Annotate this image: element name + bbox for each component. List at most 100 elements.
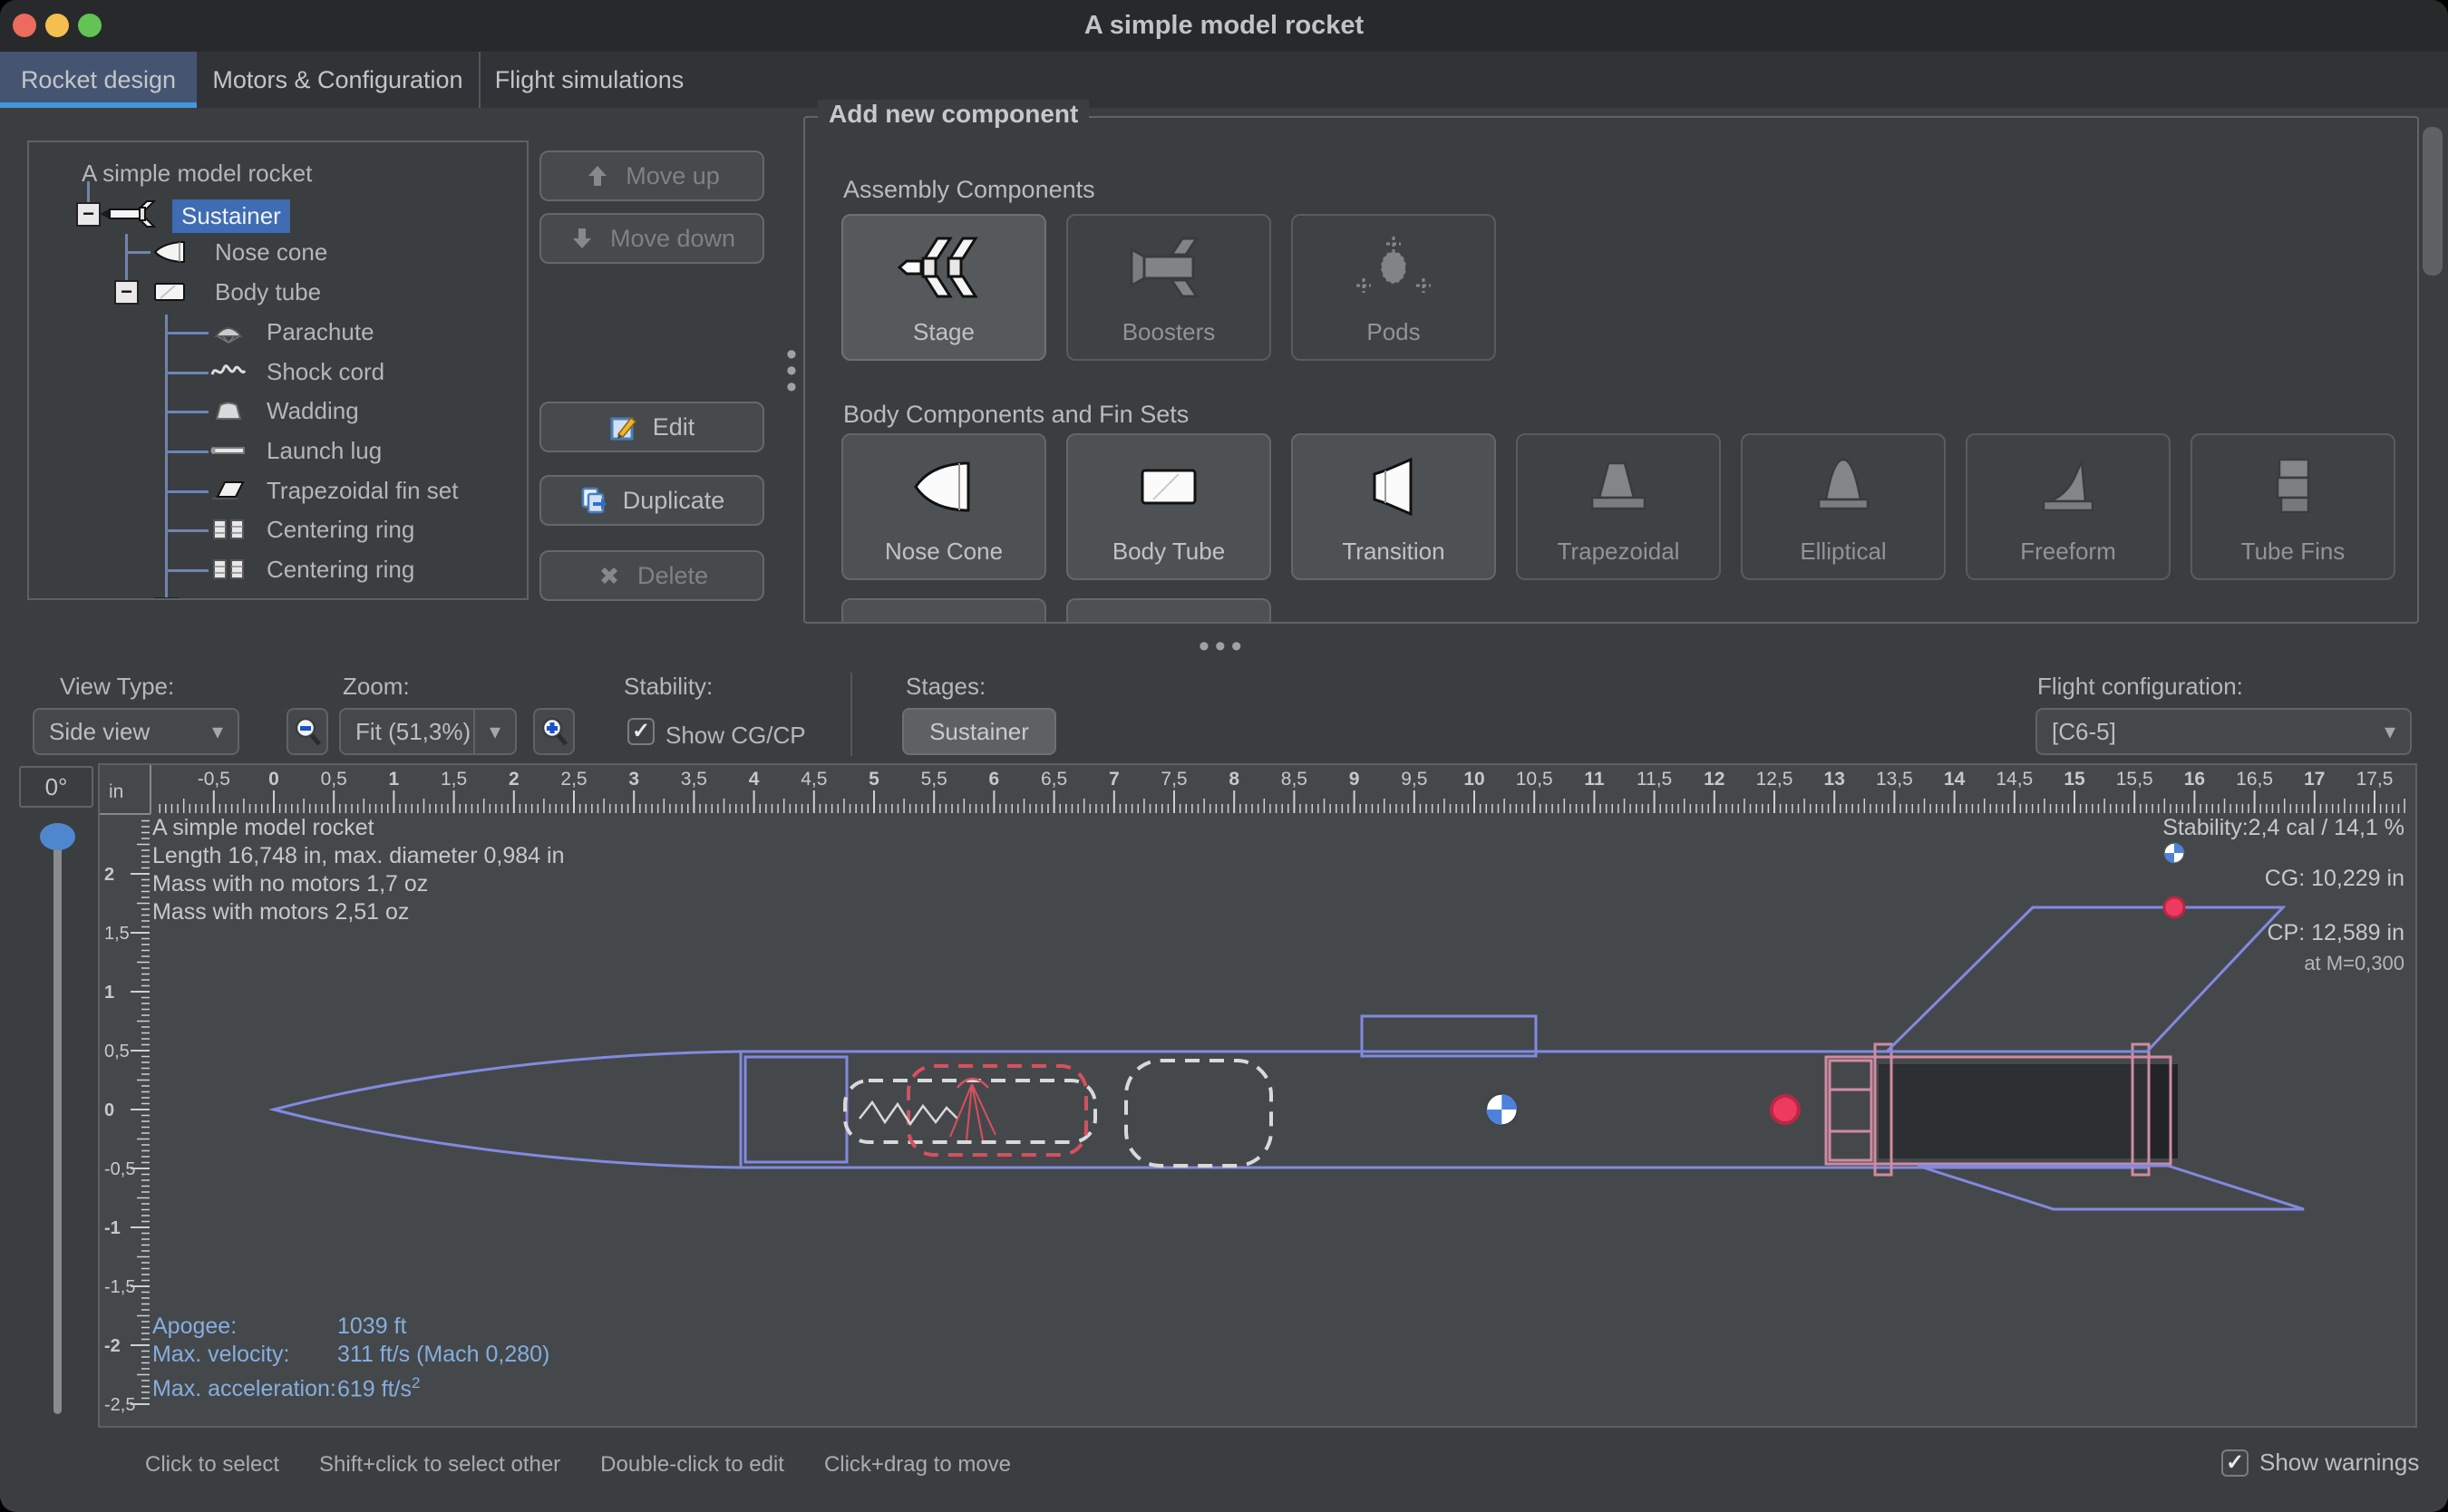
zoom-out-button[interactable] [287, 708, 328, 755]
svg-text:-2: -2 [104, 1336, 121, 1356]
stability-label: Stability: [624, 673, 713, 701]
stability-line-label: Stability: [2162, 815, 2248, 840]
status-hint: Shift+click to select other [319, 1452, 560, 1478]
stage-toggle-button[interactable]: Sustainer [902, 708, 1056, 755]
section-label: Assembly Components [843, 176, 1095, 204]
component-button-trapezoidal[interactable]: Trapezoidal [1516, 433, 1721, 580]
zoom-select[interactable]: Fit (51,3%) ▾ [339, 708, 517, 755]
window-title: A simple model rocket [0, 0, 2448, 52]
move-up-label: Move up [626, 162, 720, 190]
component-tree[interactable]: −−−A simple model rocketSustainerNose co… [27, 141, 529, 600]
panel-scrollbar[interactable] [2423, 127, 2443, 276]
centering-ring-icon [209, 556, 248, 583]
boosters-icon [1119, 216, 1219, 318]
component-button-partial[interactable] [1066, 598, 1271, 624]
component-button-transition[interactable]: Transition [1291, 433, 1496, 580]
nose-cone-big-icon [894, 435, 994, 538]
tree-row-launch-lug[interactable]: Launch lug [29, 432, 527, 470]
component-button-label: Pods [1366, 318, 1420, 346]
component-button-boosters[interactable]: Boosters [1066, 214, 1271, 361]
horizontal-splitter-handle[interactable]: ••• [1199, 629, 1248, 664]
flight-config-value: [C6-5] [2037, 718, 2370, 746]
flight-data-label: Max. acceleration: [152, 1375, 337, 1403]
rocket-view-canvas[interactable]: -0,500,511,522,533,544,555,566,577,588,5… [98, 763, 2417, 1428]
component-button-body-tube[interactable]: Body Tube [1066, 433, 1271, 580]
svg-text:7: 7 [1109, 769, 1120, 790]
svg-text:10,5: 10,5 [1516, 769, 1553, 790]
ruler-unit-label: in [109, 781, 123, 802]
cg-cp-markers [1486, 1094, 1798, 1125]
tree-row-parachute[interactable]: Parachute [29, 314, 527, 352]
component-button-tube-fins[interactable]: Tube Fins [2191, 433, 2395, 580]
tree-row-centering-ring[interactable]: Centering ring [29, 551, 527, 589]
move-down-button[interactable]: Move down [539, 213, 764, 264]
tree-row-sustainer[interactable]: Sustainer [29, 195, 527, 233]
tab-flight-simulations[interactable]: Flight simulations [479, 52, 698, 108]
tree-item-label: Body tube [215, 278, 321, 306]
inner-tube-icon [209, 596, 248, 600]
nose-shoulder-outline [745, 1057, 847, 1162]
component-button-label: Elliptical [1800, 538, 1886, 566]
tree-row-wadding[interactable]: Wadding [29, 393, 527, 431]
svg-text:12: 12 [1704, 769, 1724, 790]
svg-text:4,5: 4,5 [801, 769, 827, 790]
svg-text:14,5: 14,5 [1996, 769, 2033, 790]
tree-row-trapezoidal-fin-set[interactable]: Trapezoidal fin set [29, 472, 527, 510]
component-button-elliptical[interactable]: Elliptical [1741, 433, 1946, 580]
component-button-nose-cone[interactable]: Nose Cone [841, 433, 1046, 580]
svg-text:-1,5: -1,5 [104, 1277, 135, 1297]
tree-row-shock-cord[interactable]: Shock cord [29, 354, 527, 392]
svg-text:-0,5: -0,5 [198, 769, 230, 790]
edit-button[interactable]: Edit [539, 402, 764, 452]
component-button-label: Nose Cone [885, 538, 1003, 566]
tree-row-centering-ring[interactable]: Centering ring [29, 511, 527, 549]
view-type-value: Side view [34, 718, 198, 746]
component-button-stage[interactable]: Stage [841, 214, 1046, 361]
tree-item-label: A simple model rocket [82, 160, 312, 188]
rotation-value: 0° [19, 766, 93, 808]
duplicate-button[interactable]: Duplicate [539, 475, 764, 526]
show-cgcp-checkbox[interactable]: ✓ [627, 718, 655, 745]
rotation-slider-track[interactable] [53, 827, 62, 1414]
tree-row-nose-cone[interactable]: Nose cone [29, 234, 527, 272]
tab-label: Rocket design [21, 66, 176, 93]
rocket-icon [98, 199, 163, 228]
flight-data-value: 1039 ft [337, 1313, 406, 1339]
component-button-pods[interactable]: Pods [1291, 214, 1496, 361]
tree-item-label: Sustainer [172, 199, 290, 233]
svg-text:2: 2 [104, 865, 114, 885]
tree-row-a-simple-model-rocket[interactable]: A simple model rocket [29, 155, 527, 193]
svg-text:1: 1 [389, 769, 400, 790]
tab-rocket-design[interactable]: Rocket design [0, 52, 197, 108]
view-type-select[interactable]: Side view ▾ [33, 708, 239, 755]
show-warnings-checkbox[interactable]: ✓ [2221, 1449, 2249, 1477]
rotation-slider-handle[interactable] [40, 823, 75, 850]
arrow-down-icon [568, 225, 596, 252]
component-button-freeform[interactable]: Freeform [1966, 433, 2171, 580]
tab-motors-configuration[interactable]: Motors & Configuration [197, 52, 479, 108]
status-hint: Double-click to edit [600, 1452, 784, 1478]
parachute-icon [209, 318, 248, 345]
horizontal-ruler: -0,500,511,522,533,544,555,566,577,588,5… [160, 769, 2404, 813]
svg-text:-0,5: -0,5 [104, 1159, 135, 1179]
zoom-in-button[interactable] [533, 708, 575, 755]
flight-config-select[interactable]: [C6-5] ▾ [2035, 708, 2412, 755]
stage-icon [894, 216, 994, 318]
flight-data-row: Apogee:1039 ft [152, 1313, 549, 1341]
tree-row-inner-tube[interactable]: Inner Tube [29, 591, 527, 600]
chevron-down-icon: ▾ [2370, 719, 2410, 745]
svg-text:14: 14 [1944, 769, 1966, 790]
svg-text:12,5: 12,5 [1756, 769, 1793, 790]
body-tube-big-icon [1119, 435, 1219, 538]
fin-icon [209, 477, 248, 504]
delete-button[interactable]: Delete [539, 550, 764, 601]
move-up-button[interactable]: Move up [539, 150, 764, 201]
show-warnings-label: Show warnings [2259, 1449, 2419, 1477]
component-button-partial[interactable] [841, 598, 1046, 624]
vertical-splitter-handle[interactable]: ••• [785, 346, 798, 395]
selected-tab-underline [0, 102, 197, 108]
tree-row-body-tube[interactable]: Body tube [29, 274, 527, 312]
flight-data-block: Apogee:1039 ftMax. velocity:311 ft/s (Ma… [152, 1313, 549, 1403]
svg-text:0,5: 0,5 [104, 1042, 130, 1061]
svg-text:3,5: 3,5 [681, 769, 707, 790]
